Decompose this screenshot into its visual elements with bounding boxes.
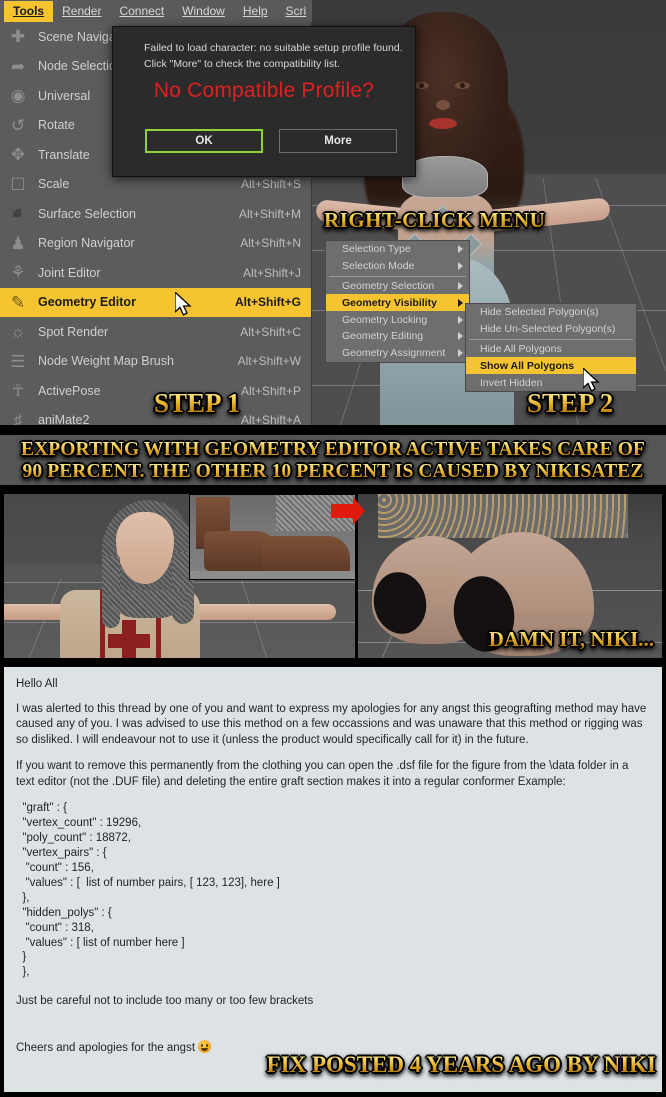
post-paragraph-3: Just be careful not to include too many … <box>16 995 314 1008</box>
context-menu-level2[interactable]: Hide Selected Polygon(s) Hide Un-Selecte… <box>465 303 637 392</box>
context-item-show-all-polygons[interactable]: Show All Polygons <box>466 357 636 375</box>
damn-it-niki-annotation: DAMN IT, NIKI... <box>488 627 654 651</box>
boots-floor <box>190 571 355 579</box>
step-2-annotation: STEP 2 <box>527 388 614 418</box>
context-item-selection-type[interactable]: Selection Type <box>326 241 469 258</box>
character-eye-right <box>455 82 470 89</box>
tools-menu-item-node-weight-map-brush[interactable]: ☰ Node Weight Map Brush Alt+Shift+W <box>0 347 311 377</box>
weight-map-brush-icon: ☰ <box>10 351 26 371</box>
menubar-item-help[interactable]: Help <box>234 1 277 22</box>
boot-right <box>262 536 350 576</box>
smiley-icon <box>198 1039 212 1053</box>
right-click-menu-annotation: RIGHT-CLICK MENU <box>324 208 546 232</box>
daz-studio-screenshot: Tools Render Connect Window Help Scri ✚ … <box>0 0 666 425</box>
ok-button[interactable]: OK <box>145 129 263 153</box>
menubar-item-connect[interactable]: Connect <box>110 1 173 22</box>
bare-feet-render-image: DAMN IT, NIKI... <box>358 494 662 658</box>
post-greeting: Hello All <box>16 678 58 690</box>
post-code-block: "graft" : { "vertex_count" : 19296, "pol… <box>22 802 280 979</box>
context-item-geometry-assignment[interactable]: Geometry Assignment <box>326 345 469 362</box>
submenu-arrow-icon <box>458 315 463 324</box>
screenshot-root: Tools Render Connect Window Help Scri ✚ … <box>0 0 666 1097</box>
post-paragraph-1: I was alerted to this thread by one of y… <box>16 702 647 746</box>
tools-menu-item-spot-render[interactable]: ☼ Spot Render Alt+Shift+C <box>0 317 311 347</box>
context-item-hide-all-polygons[interactable]: Hide All Polygons <box>466 341 636 358</box>
menubar-item-window[interactable]: Window <box>173 1 234 22</box>
context-item-hide-unselected-polygons[interactable]: Hide Un-Selected Polygon(s) <box>466 321 636 338</box>
activepose-icon: ☥ <box>11 381 25 401</box>
rotate-icon: ↺ <box>10 115 26 135</box>
character-lips <box>429 118 457 129</box>
banner-caption-1: EXPORTING WITH GEOMETRY EDITOR ACTIVE TA… <box>0 432 666 488</box>
menubar-item-script[interactable]: Scri <box>277 1 316 22</box>
post-signoff-text: Cheers and apologies for the angst <box>16 1041 196 1054</box>
dialog-headline: No Compatible Profile? <box>153 79 375 102</box>
submenu-arrow-icon <box>458 332 463 341</box>
context-item-selection-mode[interactable]: Selection Mode <box>326 258 469 275</box>
menu-separator <box>329 275 466 277</box>
red-arrow-icon <box>331 497 365 525</box>
knight-arm-right <box>192 604 336 620</box>
context-item-geometry-selection[interactable]: Geometry Selection <box>326 278 469 295</box>
submenu-arrow-icon <box>458 281 463 290</box>
post-paragraph-2: If you want to remove this permanently f… <box>16 760 629 788</box>
context-item-hide-selected-polygons[interactable]: Hide Selected Polygon(s) <box>466 304 636 321</box>
translate-icon: ✥ <box>10 145 26 165</box>
step-1-annotation: STEP 1 <box>154 388 241 418</box>
tools-menu-item-joint-editor[interactable]: ⚘ Joint Editor Alt+Shift+J <box>0 258 311 288</box>
forum-post-panel: Hello All I was alerted to this thread b… <box>4 667 662 1092</box>
tools-menu-item-geometry-editor[interactable]: ✎ Geometry Editor Alt+Shift+G <box>0 287 311 317</box>
animate2-icon: ♯ <box>13 410 23 425</box>
banner-line-2: 90 PERCENT. THE OTHER 10 PERCENT IS CAUS… <box>22 461 644 482</box>
node-selection-icon: ➦ <box>10 56 26 76</box>
banner-line-1: EXPORTING WITH GEOMETRY EDITOR ACTIVE TA… <box>20 439 646 461</box>
character-eye-left <box>414 82 429 89</box>
error-dialog[interactable]: Failed to load character: no suitable se… <box>112 26 416 177</box>
character-nose <box>436 100 450 110</box>
surface-selection-icon: ◾ <box>7 204 29 224</box>
tools-menu-item-region-navigator[interactable]: ♟ Region Navigator Alt+Shift+N <box>0 229 311 259</box>
spot-render-icon: ☼ <box>10 322 26 342</box>
joint-editor-icon: ⚘ <box>10 263 26 283</box>
context-menu-level1[interactable]: Selection Type Selection Mode Geometry S… <box>325 240 470 363</box>
context-item-geometry-editing[interactable]: Geometry Editing <box>326 328 469 345</box>
scale-icon: ☐ <box>10 174 26 194</box>
submenu-arrow-icon <box>458 262 463 271</box>
menubar-item-render[interactable]: Render <box>53 1 110 22</box>
context-item-geometry-locking[interactable]: Geometry Locking <box>326 311 469 328</box>
dialog-message: Failed to load character: no suitable se… <box>144 42 403 70</box>
tools-menu-item-surface-selection[interactable]: ◾ Surface Selection Alt+Shift+M <box>0 199 311 229</box>
menubar-item-tools[interactable]: Tools <box>4 0 54 22</box>
region-navigator-icon: ♟ <box>10 233 26 253</box>
fix-posted-annotation: FIX POSTED 4 YEARS AGO BY NIKI <box>266 1052 656 1077</box>
geometry-editor-icon: ✎ <box>10 292 26 312</box>
universal-icon: ◉ <box>10 86 26 106</box>
menu-bar[interactable]: Tools Render Connect Window Help Scri <box>0 0 312 22</box>
submenu-arrow-icon <box>458 245 463 254</box>
menu-separator <box>469 338 633 340</box>
submenu-arrow-icon <box>458 349 463 358</box>
scene-navigator-icon: ✚ <box>10 27 26 47</box>
more-button[interactable]: More <box>279 129 397 153</box>
render-comparison-panel: DAMN IT, NIKI... <box>0 491 666 661</box>
chainmail-skirt <box>378 494 628 538</box>
context-item-geometry-visibility[interactable]: Geometry Visibility <box>326 294 469 312</box>
submenu-arrow-icon <box>458 298 463 307</box>
